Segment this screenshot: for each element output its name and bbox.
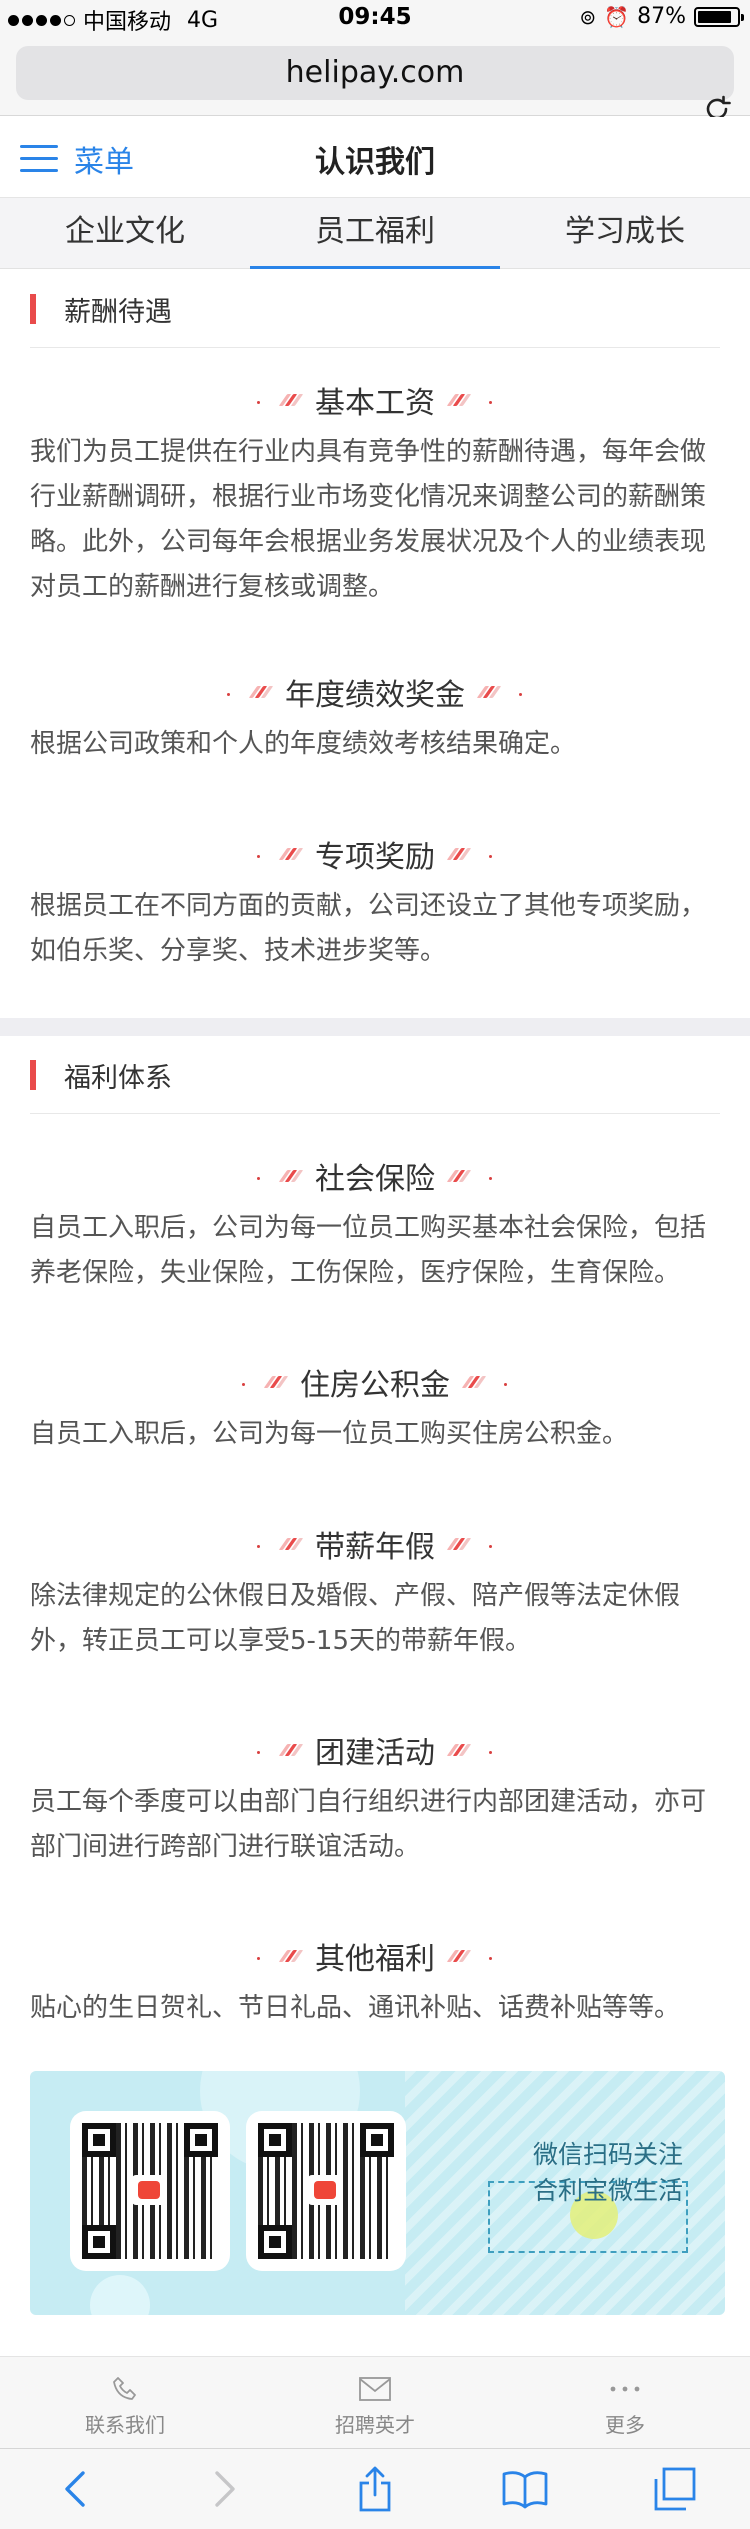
nav-recruit[interactable]: 招聘英才: [250, 2357, 500, 2448]
decoration-icon: [253, 847, 304, 861]
item-text: 我们为员工提供在行业内具有竞争性的薪酬待遇，每年会做行业薪酬调研，根据行业市场变…: [30, 437, 707, 602]
decoration-icon: [461, 1375, 512, 1389]
section-marker: [30, 294, 36, 324]
decoration-icon: [446, 393, 497, 407]
decoration-icon: [446, 847, 497, 861]
qr-code-icon: [258, 2123, 394, 2259]
item-title: 年度绩效奖金: [285, 678, 465, 713]
salary-item: 专项奖励 根据员工在不同方面的贡献，公司还设立了其他专项奖励，如伯乐奖、分享奖、…: [0, 834, 750, 974]
forward-button[interactable]: [150, 2449, 300, 2529]
decorative-circle: [90, 2275, 150, 2315]
section-divider: [0, 1018, 750, 1036]
decoration-icon: [446, 1537, 497, 1551]
item-title: 其他福利: [315, 1942, 435, 1977]
browser-address-area: helipay.com: [0, 40, 750, 120]
benefit-item: 带薪年假 除法律规定的公休假日及婚假、产假、陪产假等法定休假外，转正员工可以享受…: [0, 1524, 750, 1664]
tabs-icon: [654, 2467, 696, 2511]
item-text: 根据公司政策和个人的年度绩效考核结果确定。: [30, 729, 577, 759]
tabs-button[interactable]: [600, 2449, 750, 2529]
book-icon: [502, 2471, 548, 2509]
qr-code-icon: [82, 2123, 218, 2259]
nav-more[interactable]: 更多: [500, 2357, 750, 2448]
bookmarks-button[interactable]: [450, 2449, 600, 2529]
salary-item: 基本工资 我们为员工提供在行业内具有竞争性的薪酬待遇，每年会做行业薪酬调研，根据…: [0, 380, 750, 610]
decoration-icon: [253, 1949, 304, 1963]
decoration-icon: [446, 1743, 497, 1757]
decoration-icon: [253, 1537, 304, 1551]
alarm-icon: ⏰: [604, 4, 630, 29]
tab-bar: 企业文化 员工福利 学习成长: [0, 197, 750, 269]
browser-toolbar: [0, 2448, 750, 2529]
section-marker: [30, 1060, 36, 1090]
benefit-item: 住房公积金 自员工入职后，公司为每一位员工购买住房公积金。: [0, 1362, 750, 1457]
nav-contact[interactable]: 联系我们: [0, 2357, 250, 2448]
chevron-left-icon: [65, 2471, 85, 2507]
salary-item: 年度绩效奖金 根据公司政策和个人的年度绩效考核结果确定。: [0, 672, 750, 767]
item-text: 贴心的生日贺礼、节日礼品、通讯补贴、话费补贴等等。: [30, 1993, 681, 2023]
section-header: 福利体系: [30, 1036, 720, 1114]
url-field[interactable]: helipay.com: [16, 46, 734, 100]
nav-label: 联系我们: [85, 2413, 165, 2437]
decoration-icon: [253, 393, 304, 407]
item-title: 专项奖励: [315, 840, 435, 875]
section-header: 薪酬待遇: [30, 270, 720, 348]
rotation-lock-icon: ⊚: [579, 4, 597, 29]
salary-section: 薪酬待遇 基本工资 我们为员工提供在行业内具有竞争性的薪酬待遇，每年会做行业薪酬…: [0, 270, 750, 1018]
item-title: 团建活动: [315, 1736, 435, 1771]
decoration-icon: [223, 685, 274, 699]
tab-benefits[interactable]: 员工福利: [250, 198, 500, 269]
decoration-icon: [476, 685, 527, 699]
status-bar: 中国移动 4G 09:45 ⊚ ⏰ 87%: [0, 0, 750, 40]
section-title: 福利体系: [64, 1063, 172, 1094]
item-text: 员工每个季度可以由部门自行组织进行内部团建活动，亦可部门间进行跨部门进行联谊活动…: [30, 1787, 707, 1862]
item-text: 根据员工在不同方面的贡献，公司还设立了其他专项奖励，如伯乐奖、分享奖、技术进步奖…: [30, 891, 707, 966]
tab-growth[interactable]: 学习成长: [500, 198, 750, 268]
chevron-right-icon: [215, 2471, 235, 2507]
qr-code-card: [246, 2111, 406, 2271]
decoration-icon: [446, 1169, 497, 1183]
item-text: 自员工入职后，公司为每一位员工购买基本社会保险，包括养老保险，失业保险，工伤保险…: [30, 1213, 707, 1288]
mail-icon: [250, 2371, 500, 2407]
nav-label: 招聘英才: [335, 2413, 415, 2437]
section-title: 薪酬待遇: [64, 297, 172, 328]
decoration-icon: [446, 1949, 497, 1963]
item-title: 住房公积金: [300, 1368, 450, 1403]
benefit-item: 团建活动 员工每个季度可以由部门自行组织进行内部团建活动，亦可部门间进行跨部门进…: [0, 1730, 750, 1870]
share-button[interactable]: [300, 2449, 450, 2529]
more-icon: [500, 2371, 750, 2407]
qr-code-card: [70, 2111, 230, 2271]
phone-icon: [0, 2371, 250, 2407]
back-button[interactable]: [0, 2449, 150, 2529]
item-text: 自员工入职后，公司为每一位员工购买住房公积金。: [30, 1419, 629, 1449]
benefit-item: 其他福利 贴心的生日贺礼、节日礼品、通讯补贴、话费补贴等等。: [0, 1936, 750, 2031]
wechat-banner: 微信扫码关注 合利宝微生活: [30, 2071, 725, 2315]
decoration-icon: [253, 1743, 304, 1757]
battery-percent: 87%: [637, 4, 686, 29]
item-title: 带薪年假: [315, 1530, 435, 1565]
banner-caption: 微信扫码关注 合利宝微生活: [518, 2137, 698, 2209]
item-title: 基本工资: [315, 386, 435, 421]
banner-line-2: 合利宝微生活: [532, 2176, 683, 2205]
nav-label: 更多: [605, 2413, 645, 2437]
item-title: 社会保险: [315, 1162, 435, 1197]
page-title: 认识我们: [315, 145, 435, 180]
share-icon: [359, 2466, 391, 2512]
item-text: 除法律规定的公休假日及婚假、产假、陪产假等法定休假外，转正员工可以享受5-15天…: [30, 1581, 681, 1656]
tab-culture[interactable]: 企业文化: [0, 198, 250, 268]
decoration-icon: [238, 1375, 289, 1389]
page-bottom-nav: 联系我们 招聘英才 更多: [0, 2356, 750, 2448]
battery-icon: [694, 6, 744, 27]
benefit-item: 社会保险 自员工入职后，公司为每一位员工购买基本社会保险，包括养老保险，失业保险…: [0, 1156, 750, 1296]
banner-line-1: 微信扫码关注: [532, 2140, 683, 2169]
decoration-icon: [253, 1169, 304, 1183]
page-header: 菜单 认识我们: [0, 117, 750, 197]
